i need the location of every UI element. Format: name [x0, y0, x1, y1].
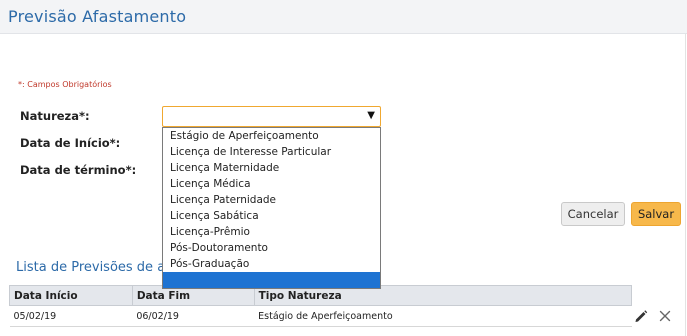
natureza-dropdown-list: Estágio de Aperfeiçoamento Licença de In…	[162, 127, 381, 289]
data-inicio-label: Data de Início*:	[20, 136, 121, 150]
close-icon[interactable]	[657, 308, 673, 324]
cell-data-inicio: 05/02/19	[9, 305, 133, 327]
natureza-option[interactable]: Licença Médica	[163, 176, 380, 192]
page-header: Previsão Afastamento	[0, 0, 687, 34]
natureza-option[interactable]: Licença Maternidade	[163, 160, 380, 176]
page-title: Previsão Afastamento	[8, 7, 187, 26]
column-header-data-inicio[interactable]: Data Início	[9, 285, 133, 306]
natureza-option[interactable]: Pós-Graduação	[163, 256, 380, 272]
required-fields-note: *: Campos Obrigatórios	[18, 80, 112, 89]
cancel-button[interactable]: Cancelar	[561, 202, 625, 226]
natureza-option[interactable]: Licença Sabática	[163, 208, 380, 224]
natureza-label: Natureza*:	[20, 109, 90, 123]
natureza-option[interactable]: Estágio de Aperfeiçoamento	[163, 128, 380, 144]
table-row[interactable]: 05/02/19 06/02/19 Estágio de Aperfeiçoam…	[9, 305, 632, 327]
data-termino-label: Data de término*:	[20, 163, 137, 177]
right-divider	[685, 34, 686, 336]
cell-data-fim: 06/02/19	[132, 305, 255, 327]
caret-down-icon[interactable]: ▼	[367, 110, 375, 121]
pencil-icon[interactable]	[633, 308, 649, 324]
natureza-option[interactable]: Licença-Prêmio	[163, 224, 380, 240]
natureza-option-highlighted[interactable]	[163, 272, 380, 288]
natureza-option[interactable]: Licença Paternidade	[163, 192, 380, 208]
previsoes-table: Data Início Data Fim Tipo Natureza 05/02…	[9, 285, 633, 327]
save-button[interactable]: Salvar	[631, 202, 681, 226]
cell-tipo-natureza: Estágio de Aperfeiçoamento	[254, 305, 632, 327]
natureza-option[interactable]: Pós-Doutoramento	[163, 240, 380, 256]
natureza-option[interactable]: Licença de Interesse Particular	[163, 144, 380, 160]
natureza-select[interactable]: ▼	[162, 106, 381, 127]
